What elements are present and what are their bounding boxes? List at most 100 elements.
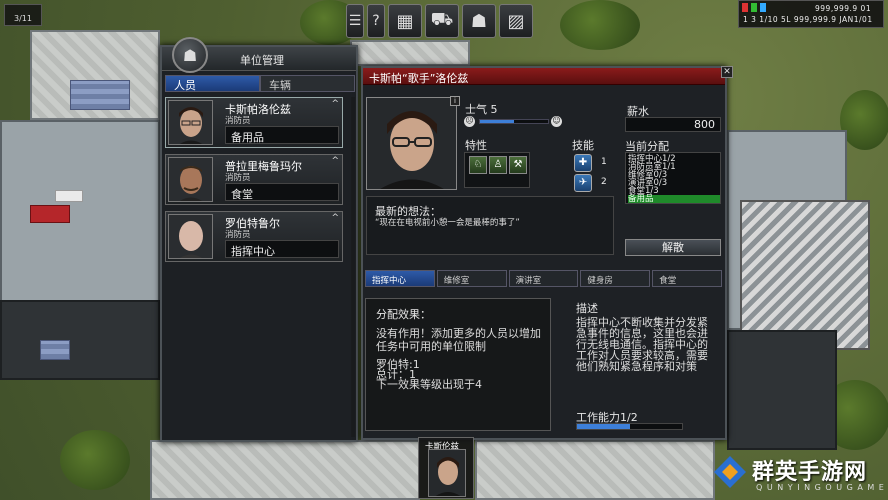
hud-counter-text: 3/11 (14, 14, 32, 23)
traits-box: ♘ ♙ ⚒ (464, 152, 530, 188)
panel-header: ☗ 单位管理 (162, 37, 356, 73)
staff-assignment[interactable]: 食堂 (225, 183, 339, 201)
skills-label: 技能 (572, 139, 594, 152)
assignment-list[interactable]: 指挥中心1/2 消防员室1/1 维修室0/3 演讲室0/3 食堂1/3 备用品 (625, 152, 721, 204)
ambulance[interactable] (55, 190, 83, 202)
fire-truck[interactable] (30, 205, 70, 223)
info-icon[interactable]: i (450, 96, 460, 106)
detail-portrait (366, 97, 457, 190)
thought-box: 最新的想法： “现在在电视前小憩一会是最棒的事了” (366, 196, 614, 255)
panel-tabs: 人员 车辆 (165, 75, 355, 92)
unit-management-panel: ☗ 单位管理 人员 车辆 卡斯帕洛伦兹 ^ 消防员 备用品 普拉里梅鲁玛尔 ^ … (160, 37, 358, 442)
staff-role: 消防员 (225, 230, 251, 240)
vehicles-button[interactable]: ⛟ (425, 4, 459, 38)
staff-portrait (168, 157, 213, 202)
close-icon[interactable]: ✕ (721, 66, 733, 78)
skill-level: 1 (601, 157, 607, 167)
watermark-logo-icon (714, 456, 746, 488)
staircase (740, 200, 870, 350)
tab-canteen[interactable]: 食堂 (652, 270, 722, 287)
skill-firefight-icon[interactable]: ✈ (574, 174, 592, 192)
staff-card[interactable]: 罗伯特鲁尔 ^ 消防员 指挥中心 (165, 211, 343, 262)
staff-detail-panel: 卡斯帕“歌手”洛伦兹 ✕ i 士气 5 ☹ ☺ 特性 ♘ ♙ ⚒ 技能 ✚ 1 … (361, 66, 733, 440)
chevron-up-icon[interactable]: ^ (331, 99, 339, 109)
building-roof (0, 300, 160, 380)
watermark-text: 群英手游网 (752, 460, 868, 485)
staff-assignment[interactable]: 备用品 (225, 126, 339, 144)
selected-unit-card[interactable]: 卡斯伦兹 (418, 437, 474, 499)
selected-unit-portrait (428, 449, 466, 497)
build-button[interactable]: ▦ (388, 4, 422, 38)
staff-assignment[interactable]: 指挥中心 (225, 240, 339, 258)
menu-icon: ☰ (348, 13, 362, 29)
trait-runner-icon[interactable]: ♘ (469, 156, 487, 174)
morale-bar (479, 119, 549, 124)
panel-title: 单位管理 (240, 54, 284, 67)
staff-portrait (168, 214, 213, 259)
detail-header: 卡斯帕“歌手”洛伦兹 (363, 68, 725, 85)
main-toolbar: ☰ ? ▦ ⛟ ☗ ▨ (346, 4, 533, 38)
morale-fill (480, 120, 514, 123)
date-readout: 1 3 1/10 5L 999,999.9 JAN1/01 (743, 15, 873, 24)
happy-face-icon: ☺ (551, 116, 562, 127)
trait-tool-icon[interactable]: ⚒ (509, 156, 527, 174)
tree (60, 430, 130, 490)
effect-stat-line: 下一效果等级出现于4 (376, 378, 482, 391)
tab-lecture-room[interactable]: 演讲室 (508, 270, 579, 287)
room-tabs: 指挥中心 维修室 演讲室 健身房 食堂 (365, 270, 722, 287)
capacity-fill (577, 424, 630, 429)
watermark-url: Q U N Y I N G O U G A M E (756, 483, 885, 492)
tab-command-center[interactable]: 指挥中心 (365, 270, 435, 287)
staff-icon: ☗ (470, 10, 488, 32)
help-icon: ? (372, 13, 380, 29)
dismiss-button[interactable]: 解散 (625, 239, 721, 256)
staff-list-scrollbar[interactable] (351, 97, 355, 437)
staff-card[interactable]: 卡斯帕洛伦兹 ^ 消防员 备用品 (165, 97, 343, 148)
tree (840, 90, 888, 150)
detail-title: 卡斯帕“歌手”洛伦兹 (369, 72, 469, 85)
info-indicator-icon (760, 3, 766, 12)
trait-strong-icon[interactable]: ♙ (489, 156, 507, 174)
staff-card[interactable]: 普拉里梅鲁玛尔 ^ 消防员 食堂 (165, 154, 343, 205)
traits-label: 特性 (465, 139, 487, 152)
building-roof (727, 330, 837, 450)
reports-button[interactable]: ▨ (499, 4, 533, 38)
alert-indicator-icon (742, 3, 748, 12)
building-floor (150, 440, 420, 500)
building-floor (475, 440, 715, 500)
floor-tiles (70, 80, 130, 110)
thought-text: “现在在电视前小憩一会是最棒的事了” (375, 218, 520, 228)
build-icon: ▦ (396, 10, 414, 32)
staff-role: 消防员 (225, 173, 251, 183)
effect-title: 分配效果： (376, 308, 431, 321)
salary-field[interactable]: 800 (625, 117, 721, 132)
description-title: 描述 (576, 302, 598, 315)
staff-role: 消防员 (225, 116, 251, 126)
sad-face-icon: ☹ (464, 116, 475, 127)
tab-repair-room[interactable]: 维修室 (436, 270, 507, 287)
tab-vehicles[interactable]: 车辆 (260, 75, 355, 92)
effect-stats: 罗伯特:1 总计：1 下一效果等级出现于4 (376, 359, 482, 391)
chevron-up-icon[interactable]: ^ (331, 213, 339, 223)
status-hud: 999,999.9 01 1 3 1/10 5L 999,999.9 JAN1/… (738, 0, 884, 28)
tree (560, 0, 640, 50)
building-floor (350, 40, 470, 66)
reports-icon: ▨ (507, 10, 525, 32)
capacity-bar (576, 423, 683, 430)
menu-button[interactable]: ☰ (346, 4, 364, 38)
assignment-option-selected[interactable]: 备用品 (628, 195, 720, 203)
description-text: 指挥中心不断收集并分发紧急事件的信息，这里也会进行无线电通信。指挥中心的工作对人… (576, 316, 708, 373)
tab-personnel[interactable]: 人员 (165, 75, 260, 92)
help-button[interactable]: ? (367, 4, 385, 38)
watermark: 群英手游网 Q U N Y I N G O U G A M E (706, 450, 886, 498)
chevron-up-icon[interactable]: ^ (331, 156, 339, 166)
hud-counter: 3/11 (4, 4, 42, 26)
staff-button[interactable]: ☗ (462, 4, 496, 38)
tab-gym[interactable]: 健身房 (580, 270, 651, 287)
floor-tiles (40, 340, 70, 360)
effect-description: 没有作用！添加更多的人员以增加任务中可用的单位限制 (376, 327, 541, 353)
skill-rescue-icon[interactable]: ✚ (574, 154, 592, 172)
staff-list: 卡斯帕洛伦兹 ^ 消防员 备用品 普拉里梅鲁玛尔 ^ 消防员 食堂 罗伯特鲁尔 … (165, 97, 355, 268)
assignment-effect-box: 分配效果： 没有作用！添加更多的人员以增加任务中可用的单位限制 罗伯特:1 总计… (365, 298, 551, 431)
staff-portrait (168, 100, 213, 145)
